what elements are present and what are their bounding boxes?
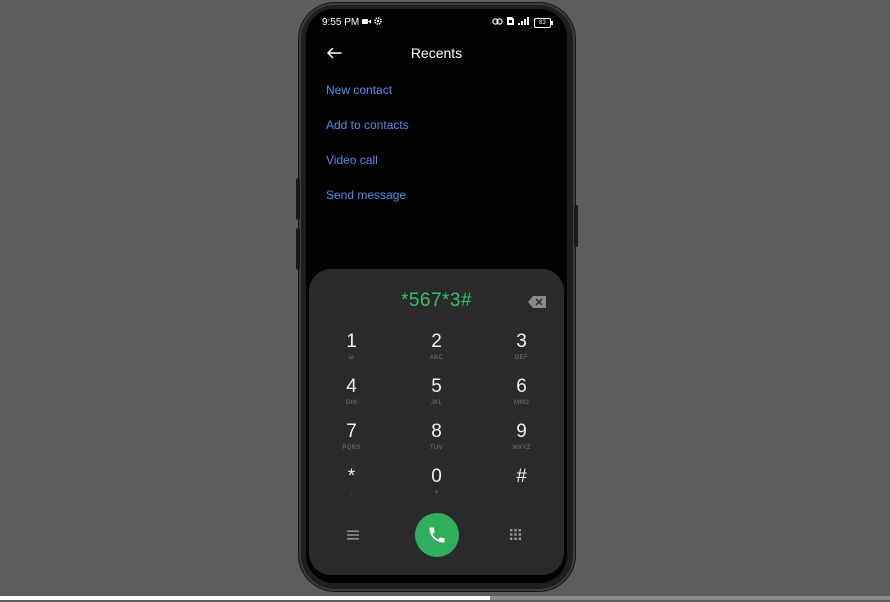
header: Recents — [306, 41, 567, 67]
send-message-link[interactable]: Send message — [326, 188, 409, 223]
call-button[interactable] — [415, 513, 459, 557]
video-record-icon — [362, 17, 372, 28]
key-2[interactable]: 2 ABC — [394, 329, 479, 374]
video-progress-fill — [0, 596, 490, 600]
key-digit: 4 — [346, 376, 357, 397]
key-digit: * — [347, 466, 356, 487]
key-hash[interactable]: # — [479, 464, 564, 509]
status-time: 9:55 PM — [322, 17, 360, 28]
key-letters: , — [350, 490, 353, 496]
key-6[interactable]: 6 MNO — [479, 374, 564, 419]
status-left: 9:55 PM — [322, 17, 383, 28]
menu-button[interactable] — [347, 527, 363, 541]
key-digit: 0 — [431, 466, 442, 487]
key-star[interactable]: * , — [309, 464, 394, 509]
status-right: 83 — [492, 17, 553, 28]
volume-down-button — [296, 228, 300, 270]
status-bar: 9:55 PM 83 — [306, 15, 567, 31]
video-call-link[interactable]: Video call — [326, 153, 409, 188]
key-digit: 1 — [346, 331, 357, 352]
key-digit: 6 — [516, 376, 527, 397]
phone-screen: 9:55 PM 83 Recents New contact Add to co… — [306, 9, 567, 583]
key-0[interactable]: 0 + — [394, 464, 479, 509]
backspace-button[interactable] — [528, 295, 548, 309]
battery-icon: 83 — [534, 17, 553, 28]
key-digit: 7 — [346, 421, 357, 442]
key-1[interactable]: 1 ω — [309, 329, 394, 374]
key-digit: 2 — [431, 331, 442, 352]
add-to-contacts-link[interactable]: Add to contacts — [326, 118, 409, 153]
page-title: Recents — [410, 45, 463, 61]
options-menu: New contact Add to contacts Video call S… — [326, 83, 409, 223]
sim-icon — [507, 17, 514, 28]
key-letters: TUV — [430, 445, 443, 451]
dialpad-toggle-button[interactable] — [510, 527, 524, 541]
key-8[interactable]: 8 TUV — [394, 419, 479, 464]
phone-icon — [429, 527, 445, 543]
key-letters: MNO — [514, 400, 529, 406]
key-letters: ω — [349, 355, 354, 361]
dialpad-actions — [309, 512, 564, 558]
key-4[interactable]: 4 GHI — [309, 374, 394, 419]
key-digit: 3 — [516, 331, 527, 352]
key-5[interactable]: 5 JKL — [394, 374, 479, 419]
stage: 9:55 PM 83 Recents New contact Add to co… — [0, 0, 890, 602]
key-letters: GHI — [345, 400, 358, 406]
key-letters: DEF — [515, 355, 528, 361]
power-button — [574, 205, 578, 247]
key-7[interactable]: 7 PQRS — [309, 419, 394, 464]
dialed-number: *567*3# — [400, 290, 473, 311]
link-icon — [492, 17, 503, 28]
dialpad-panel: *567*3# 1 ω 2 ABC 3 DEF 4 GHI 5 JKL 6 MN… — [309, 269, 564, 575]
key-letters: PQRS — [342, 445, 361, 451]
backspace-icon — [528, 296, 546, 308]
signal-icon — [518, 17, 530, 28]
key-9[interactable]: 9 WXYZ — [479, 419, 564, 464]
key-letters: JKL — [430, 400, 443, 406]
dialpad-grid-icon — [510, 529, 521, 540]
new-contact-link[interactable]: New contact — [326, 83, 409, 118]
volume-up-button — [296, 178, 300, 220]
key-digit: 5 — [431, 376, 442, 397]
hamburger-menu-icon — [347, 530, 359, 540]
key-digit: 8 — [431, 421, 442, 442]
key-letters: WXYZ — [512, 445, 531, 451]
key-3[interactable]: 3 DEF — [479, 329, 564, 374]
video-progress-bar[interactable] — [0, 596, 890, 600]
keypad: 1 ω 2 ABC 3 DEF 4 GHI 5 JKL 6 MNO 7 PQRS… — [309, 329, 564, 509]
key-digit: 9 — [516, 421, 527, 442]
key-letters: + — [434, 490, 439, 496]
key-letters: ABC — [429, 355, 444, 361]
settings-gear-icon — [374, 17, 383, 28]
key-digit: # — [516, 466, 527, 487]
